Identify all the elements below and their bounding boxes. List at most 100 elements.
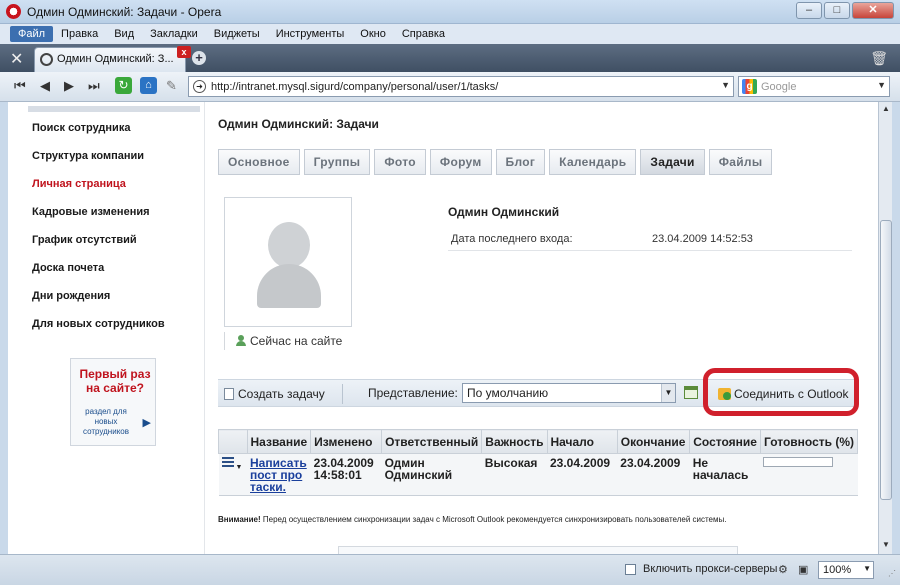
column-header-start[interactable]: Начало <box>546 429 618 454</box>
scroll-thumb[interactable] <box>880 220 892 500</box>
column-header-progress[interactable]: Готовность (%) <box>759 429 859 454</box>
maximize-button[interactable]: □ <box>824 2 850 19</box>
new-tab-button[interactable]: + <box>192 51 206 65</box>
search-placeholder[interactable]: Google <box>761 81 796 93</box>
new-employee-banner[interactable]: Первый раз на сайте? раздел для новых со… <box>70 358 156 446</box>
tasks-table: Название Изменено Ответственный Важность… <box>218 429 859 496</box>
column-header-status[interactable]: Состояние <box>689 429 761 454</box>
scroll-down-icon[interactable]: ▼ <box>880 540 892 552</box>
menu-widgets[interactable]: Виджеты <box>206 26 268 42</box>
tools-icon[interactable]: ✕ <box>10 49 23 69</box>
proxy-checkbox[interactable] <box>625 564 636 575</box>
view-select[interactable]: По умолчанию ▼ <box>462 383 676 403</box>
menu-window[interactable]: Окно <box>352 26 394 42</box>
create-task-button[interactable]: Создать задачу <box>224 386 325 401</box>
sidebar: Поиск сотрудника Структура компании Личн… <box>22 102 208 554</box>
sync-notice: Внимание! Перед осуществлением синхрониз… <box>218 514 848 525</box>
menu-file[interactable]: Файл <box>10 26 54 42</box>
task-name-link[interactable]: Написать пост про таски. <box>250 456 307 494</box>
window-title: Одмин Одминский: Задачи - Opera <box>27 5 222 19</box>
scroll-up-icon[interactable]: ▲ <box>880 104 892 116</box>
tab-calendar[interactable]: Календарь <box>549 149 637 175</box>
tab-tasks[interactable]: Задачи <box>640 149 705 175</box>
sidebar-item-birthdays[interactable]: Дни рождения <box>32 290 110 302</box>
zoom-select[interactable]: 100% ▼ <box>818 561 874 579</box>
sidebar-item-new-employees[interactable]: Для новых сотрудников <box>32 318 165 330</box>
minimize-button[interactable]: – <box>796 2 822 19</box>
speed-dial-icon[interactable]: ⚙ <box>778 563 788 576</box>
sidebar-item-employee-search[interactable]: Поиск сотрудника <box>32 122 130 134</box>
home-icon[interactable]: ⌂ <box>140 77 157 94</box>
row-menu-caret-icon[interactable]: ▼ <box>236 464 243 471</box>
tab-forum[interactable]: Форум <box>429 149 492 175</box>
create-task-label: Создать задачу <box>238 387 325 401</box>
url-text[interactable]: http://intranet.mysql.sigurd/company/per… <box>211 81 498 93</box>
sidebar-item-honor-board[interactable]: Доска почета <box>32 262 104 274</box>
tab-main[interactable]: Основное <box>218 149 300 175</box>
menu-tools[interactable]: Инструменты <box>268 26 353 42</box>
column-header-priority[interactable]: Важность <box>481 429 548 454</box>
url-dropdown-icon[interactable]: ▼ <box>721 80 730 90</box>
menu-bookmarks[interactable]: Закладки <box>142 26 206 42</box>
sidebar-item-personal-page[interactable]: Личная страница <box>32 178 126 190</box>
tab-bar: ✕ Одмин Одминский: З... x + 🗑 <box>0 44 900 72</box>
row-menu-icon[interactable] <box>221 457 236 469</box>
page-info-icon[interactable]: ➜ <box>193 80 206 93</box>
tab-close-button[interactable]: x <box>177 46 191 58</box>
tab-groups[interactable]: Группы <box>303 149 371 175</box>
chevron-down-icon[interactable]: ▼ <box>661 384 675 402</box>
browser-tab[interactable]: Одмин Одминский: З... x <box>34 46 191 72</box>
zoom-dropdown-icon[interactable]: ▼ <box>863 564 871 573</box>
vertical-scrollbar[interactable]: ▲ ▼ <box>878 102 892 554</box>
google-icon[interactable]: g <box>742 79 757 94</box>
sidebar-divider <box>204 102 205 554</box>
column-header-responsible[interactable]: Ответственный <box>381 429 483 454</box>
forward-icon[interactable]: ▶ <box>64 78 74 94</box>
media-icon[interactable]: ▣ <box>798 563 808 576</box>
task-progress-cell <box>760 453 858 496</box>
bottom-panel <box>338 546 738 554</box>
online-divider <box>224 332 225 350</box>
column-header-modified[interactable]: Изменено <box>310 429 383 454</box>
trash-icon[interactable]: 🗑 <box>870 50 888 67</box>
status-bar: Включить прокси-серверы ⚙ ▣ 100% ▼ ⋰ <box>0 554 900 585</box>
task-start-cell: 23.04.2009 <box>547 453 618 496</box>
profile-name: Одмин Одминский <box>448 205 560 219</box>
tab-files[interactable]: Файлы <box>708 149 773 175</box>
tab-title: Одмин Одминский: З... <box>57 53 174 65</box>
window-frame-left <box>0 102 8 585</box>
toolbar-divider <box>342 384 343 404</box>
proxy-label[interactable]: Включить прокси-серверы <box>643 563 777 575</box>
menu-edit[interactable]: Правка <box>53 26 106 42</box>
row-menu-cell[interactable]: ▼ <box>218 453 248 496</box>
sidebar-item-hr-changes[interactable]: Кадровые изменения <box>32 206 150 218</box>
menu-help[interactable]: Справка <box>394 26 453 42</box>
online-status-text: Сейчас на сайте <box>250 334 343 348</box>
fast-forward-icon[interactable]: ⏭ <box>88 78 100 94</box>
view-label: Представление: <box>368 386 458 400</box>
calendar-icon[interactable] <box>684 386 698 399</box>
avatar-head-icon <box>268 222 310 268</box>
edit-pen-icon[interactable]: ✎ <box>166 78 177 94</box>
search-dropdown-icon[interactable]: ▼ <box>877 80 886 90</box>
window-frame-right <box>892 102 900 585</box>
search-field[interactable]: g Google ▼ <box>738 76 890 97</box>
tab-blog[interactable]: Блог <box>495 149 546 175</box>
zoom-value: 100% <box>823 564 852 576</box>
resize-grip-icon[interactable]: ⋰ <box>888 569 896 578</box>
menu-view[interactable]: Вид <box>106 26 142 42</box>
sidebar-item-absence-schedule[interactable]: График отсутствий <box>32 234 137 246</box>
tab-photo[interactable]: Фото <box>374 149 426 175</box>
address-field[interactable]: ➜ http://intranet.mysql.sigurd/company/p… <box>188 76 734 97</box>
column-header-name[interactable]: Название <box>246 429 312 454</box>
progress-bar <box>763 457 834 467</box>
rewind-icon[interactable]: ⏮ <box>14 78 26 94</box>
task-priority-cell: Высокая <box>481 453 547 496</box>
info-divider <box>448 250 852 251</box>
close-button[interactable]: ✕ <box>852 2 894 19</box>
back-icon[interactable]: ◀ <box>40 78 50 94</box>
reload-icon[interactable]: ↻ <box>115 77 132 94</box>
task-name-cell: Написать пост про таски. <box>247 453 311 496</box>
column-header-end[interactable]: Окончание <box>616 429 691 454</box>
sidebar-item-company-structure[interactable]: Структура компании <box>32 150 144 162</box>
